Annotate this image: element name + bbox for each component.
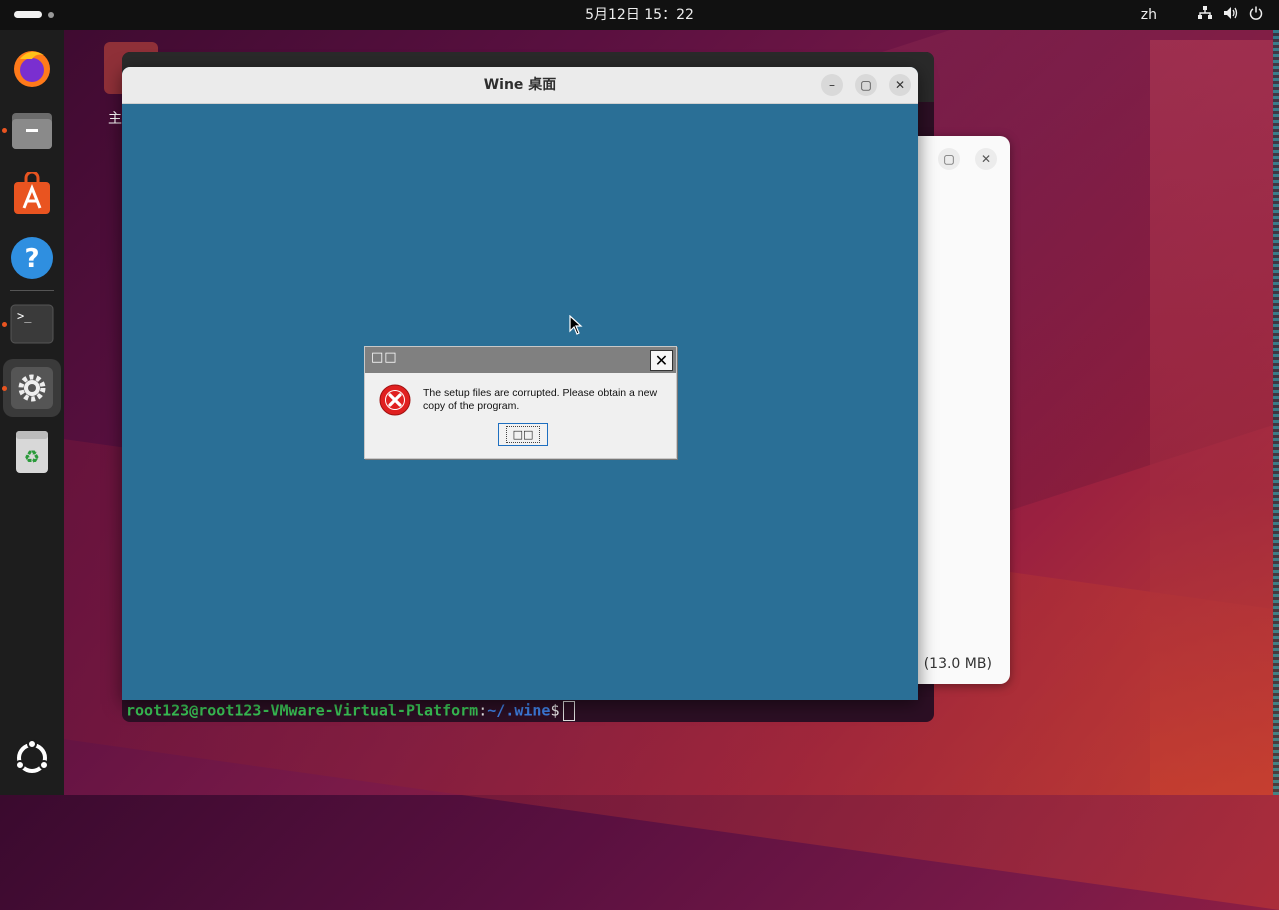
terminal-prompt-symbol: $ [550, 701, 560, 720]
minimize-button[interactable]: – [821, 74, 843, 96]
ubuntu-logo-icon [15, 739, 49, 773]
window-title: Wine 桌面 [483, 77, 557, 93]
dock: ? >_ ♻ [0, 30, 64, 795]
error-message: The setup files are corrupted. Please ob… [423, 387, 658, 412]
mouse-pointer-icon [569, 315, 583, 335]
terminal-cursor [563, 701, 576, 721]
minimize-icon: – [829, 78, 835, 92]
close-icon: ✕ [654, 350, 669, 370]
gear-icon [11, 367, 53, 409]
trash-launcher[interactable]: ♻ [8, 428, 56, 476]
ok-button[interactable]: □□ [498, 423, 548, 446]
desktop-folder-label: 主 [108, 111, 122, 127]
wallpaper-shape [1150, 40, 1279, 795]
terminal-launcher[interactable]: >_ [8, 300, 56, 348]
files-launcher[interactable] [8, 106, 56, 154]
svg-text:♻: ♻ [24, 447, 40, 468]
show-apps-button[interactable] [8, 734, 56, 782]
trash-icon: ♻ [16, 431, 48, 473]
dialog-titlebar[interactable]: □□ ✕ [365, 347, 676, 373]
file-size-text: ” (13.0 MB) [912, 656, 992, 672]
terminal-user-host: root123@root123-VMware-Virtual-Platform [126, 701, 479, 720]
terminal-icon: >_ [10, 304, 54, 344]
close-icon[interactable]: ✕ [975, 148, 997, 170]
svg-text:?: ? [24, 244, 39, 274]
error-icon [379, 384, 411, 416]
settings-launcher[interactable] [3, 359, 61, 417]
top-bar: 5月12日 15：22 zh [0, 0, 1279, 30]
files-dialog-window[interactable]: ▢ ✕ ” (13.0 MB) [912, 136, 1010, 684]
vm-edge-strip [1273, 30, 1279, 795]
dialog-close-button[interactable]: ✕ [650, 350, 673, 371]
network-icon[interactable] [1197, 6, 1213, 24]
maximize-icon[interactable]: ▢ [938, 148, 960, 170]
input-method-indicator[interactable]: zh [1141, 7, 1157, 23]
close-icon: ✕ [894, 78, 906, 92]
terminal-prompt-line[interactable]: root123@root123-VMware-Virtual-Platform:… [126, 701, 576, 721]
running-indicator [2, 386, 7, 391]
firefox-launcher[interactable] [8, 43, 56, 91]
running-indicator [2, 128, 7, 133]
close-button[interactable]: ✕ [889, 74, 911, 96]
svg-text:>_: >_ [17, 309, 32, 323]
app-center-launcher[interactable] [8, 170, 56, 218]
terminal-separator: : [478, 701, 488, 720]
power-icon[interactable] [1249, 6, 1263, 24]
volume-icon[interactable] [1223, 6, 1239, 24]
dialog-title: □□ [371, 350, 398, 365]
terminal-path: ~/.wine [487, 701, 551, 720]
system-tray[interactable]: zh [1141, 0, 1263, 30]
clock[interactable]: 5月12日 15：22 [0, 0, 1279, 30]
help-launcher[interactable]: ? [8, 234, 56, 282]
maximize-icon: ▢ [860, 78, 872, 92]
help-icon: ? [11, 237, 53, 279]
ok-button-label: □□ [505, 426, 541, 443]
wine-titlebar[interactable]: Wine 桌面 – ▢ ✕ [122, 67, 918, 104]
firefox-icon [14, 51, 50, 87]
error-dialog[interactable]: □□ ✕ The setup files are corrupted. Plea… [364, 346, 677, 459]
running-indicator [2, 322, 7, 327]
files-icon [12, 113, 52, 149]
app-center-icon [14, 172, 50, 214]
maximize-button[interactable]: ▢ [855, 74, 877, 96]
dock-separator [10, 290, 54, 291]
